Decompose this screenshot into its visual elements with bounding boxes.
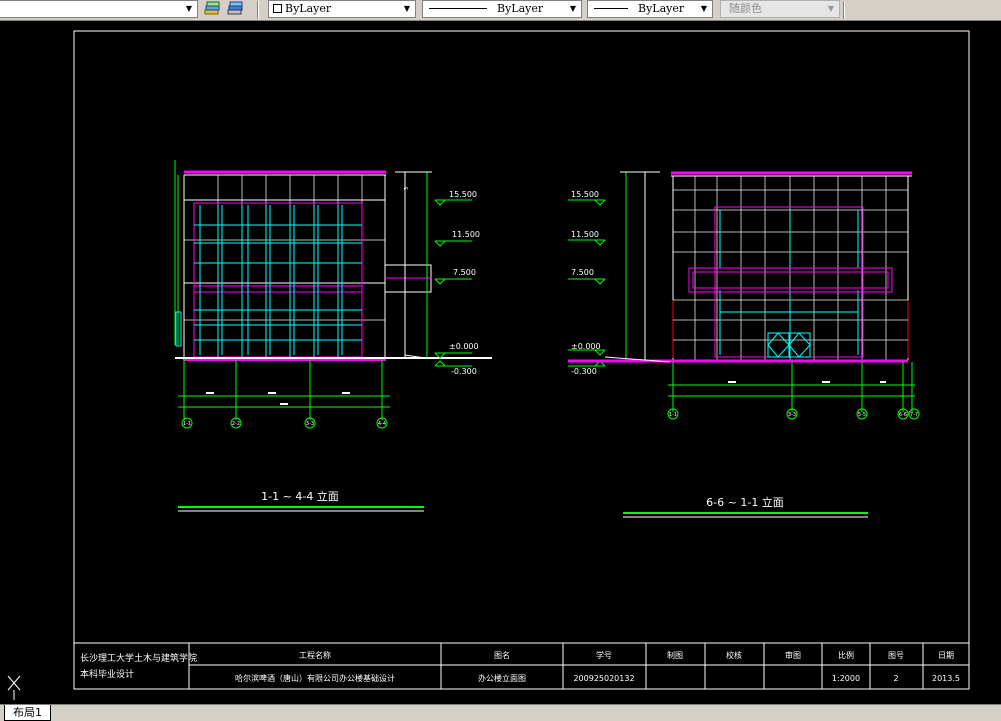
chevron-down-icon[interactable]: ▼ bbox=[567, 3, 579, 15]
layer-states-icon[interactable] bbox=[203, 1, 221, 18]
level-label: ±0.000 bbox=[449, 342, 479, 351]
axis-label: 3-3 bbox=[306, 421, 314, 427]
axis-label: 1-1 bbox=[669, 412, 677, 418]
chevron-down-icon[interactable]: ▼ bbox=[183, 3, 195, 15]
lineweight-combo-value: ByLayer bbox=[638, 2, 685, 15]
chevron-down-icon[interactable]: ▼ bbox=[401, 3, 413, 15]
drawing-name-value: 办公楼立面图 bbox=[478, 673, 526, 683]
toolbar-separator bbox=[843, 1, 845, 19]
drawing-canvas[interactable]: 3 15.500 11.500 7.500 ±0.000 -0.300 1-1 … bbox=[0, 21, 1001, 704]
chevron-down-icon[interactable]: ▼ bbox=[698, 3, 710, 15]
axis-label: 7-7 bbox=[910, 412, 918, 418]
axis-label: 6-6 bbox=[899, 412, 907, 418]
scale-label: 比例 bbox=[838, 650, 854, 660]
linetype-combo-value: ByLayer bbox=[497, 2, 544, 15]
axis-label: 2-2 bbox=[232, 421, 240, 427]
date-label: 日期 bbox=[938, 651, 954, 660]
drawing-name-label: 图名 bbox=[494, 650, 510, 660]
level-label: -0.300 bbox=[571, 367, 597, 376]
drawn-by-label: 制图 bbox=[667, 650, 683, 660]
project-name-label: 工程名称 bbox=[299, 650, 331, 660]
linetype-combo[interactable]: ByLayer ▼ bbox=[422, 0, 582, 18]
level-label: 11.500 bbox=[452, 230, 480, 239]
layer-previous-icon[interactable] bbox=[226, 1, 244, 18]
title-block: 长沙理工大学土木与建筑学院 本科毕业设计 工程名称 哈尔滨啤酒（唐山）有限公司办… bbox=[73, 642, 970, 690]
linetype-preview-icon bbox=[429, 8, 487, 9]
lineweight-combo[interactable]: ByLayer ▼ bbox=[587, 0, 713, 18]
date-value: 2013.5 bbox=[932, 674, 960, 683]
toolbar-separator bbox=[257, 1, 259, 19]
sheet-number-label: 图号 bbox=[888, 651, 904, 660]
layer-combo-tail[interactable]: ▼ bbox=[0, 0, 198, 18]
level-label: 15.500 bbox=[449, 190, 477, 199]
axis-label: 1-1 bbox=[183, 421, 191, 427]
student-id-value: 200925020132 bbox=[573, 674, 634, 683]
axis-label: 5-5 bbox=[858, 412, 866, 418]
axis-label: 4-4 bbox=[378, 421, 386, 427]
svg-text:3: 3 bbox=[404, 187, 410, 190]
sheet-number-value: 2 bbox=[893, 674, 898, 683]
level-label: 11.500 bbox=[571, 230, 599, 239]
elevation-title: 6-6 ~ 1-1 立面 bbox=[706, 495, 784, 509]
ucs-icon bbox=[7, 675, 21, 700]
plotstyle-combo[interactable]: 随颜色 ▼ bbox=[720, 0, 840, 18]
properties-toolbar: ▼ ByLayer ▼ ByLayer ▼ ByLayer ▼ 随颜色 ▼ bbox=[0, 0, 1001, 21]
level-label: 7.500 bbox=[571, 268, 594, 277]
checked-by-label: 校核 bbox=[726, 650, 742, 660]
layout-tabs-bar: 布局1 bbox=[0, 704, 1001, 721]
chevron-down-icon[interactable]: ▼ bbox=[825, 3, 837, 15]
elevation-title: 1-1 ~ 4-4 立面 bbox=[261, 489, 339, 503]
layout-drawing[interactable]: 3 15.500 11.500 7.500 ±0.000 -0.300 1-1 … bbox=[0, 21, 1001, 704]
axis-label: 3-3 bbox=[788, 412, 796, 418]
approved-by-label: 审图 bbox=[785, 650, 801, 660]
color-swatch-icon bbox=[273, 4, 282, 13]
project-name-value: 哈尔滨啤酒（唐山）有限公司办公楼基础设计 bbox=[235, 673, 395, 683]
level-label: 15.500 bbox=[571, 190, 599, 199]
tab-layout1[interactable]: 布局1 bbox=[4, 705, 51, 721]
scale-value: 1:2000 bbox=[832, 674, 860, 683]
school-name: 长沙理工大学土木与建筑学院 bbox=[80, 652, 197, 664]
lineweight-preview-icon bbox=[594, 8, 628, 9]
school-subtitle: 本科毕业设计 bbox=[80, 668, 134, 680]
tab-layout1-label: 布局1 bbox=[13, 706, 42, 719]
color-combo-value: ByLayer bbox=[285, 2, 332, 15]
level-label: 7.500 bbox=[453, 268, 476, 277]
color-combo[interactable]: ByLayer ▼ bbox=[268, 0, 416, 18]
plotstyle-combo-value: 随颜色 bbox=[729, 2, 762, 15]
level-label: -0.300 bbox=[451, 367, 477, 376]
level-label: ±0.000 bbox=[571, 342, 601, 351]
left-elevation: 3 15.500 11.500 7.500 ±0.000 -0.300 1-1 … bbox=[174, 160, 492, 512]
student-id-label: 学号 bbox=[596, 650, 612, 660]
right-elevation: 15.500 11.500 7.500 ±0.000 -0.300 1-1 3-… bbox=[568, 171, 920, 518]
